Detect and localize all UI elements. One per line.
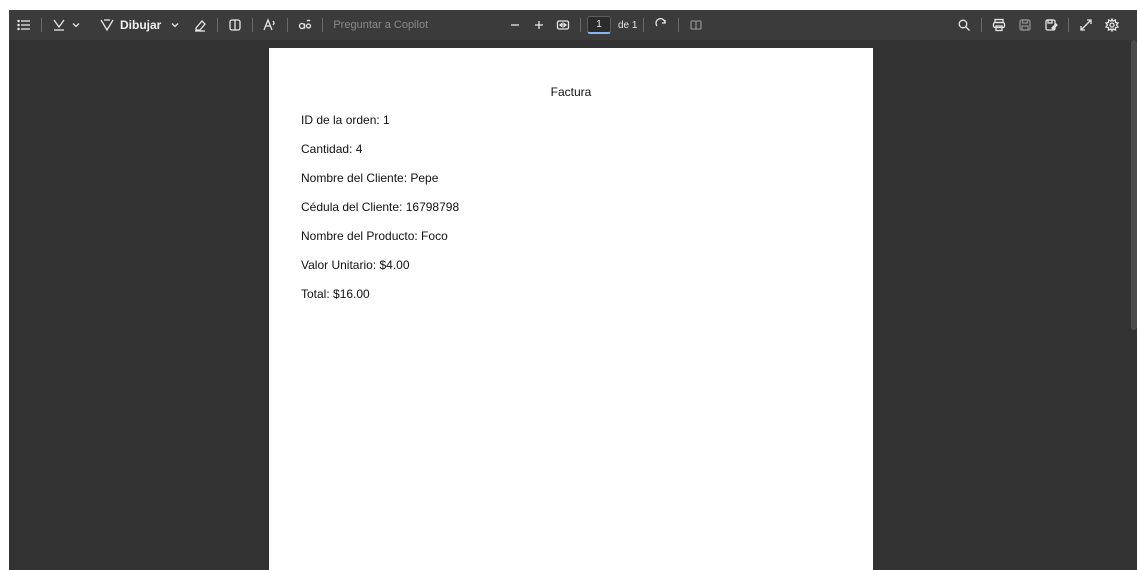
draw-label[interactable]: Dibujar bbox=[120, 18, 161, 32]
ask-copilot-input[interactable]: Preguntar a Copilot bbox=[333, 19, 428, 31]
toolbar-separator bbox=[217, 18, 219, 32]
plus-icon[interactable] bbox=[528, 14, 550, 36]
vertical-scrollbar[interactable] bbox=[1131, 40, 1137, 330]
toolbar-separator bbox=[643, 18, 645, 32]
search-icon[interactable] bbox=[953, 14, 975, 36]
quantity-line: Cantidad: 4 bbox=[301, 142, 363, 156]
toolbar-separator bbox=[580, 18, 581, 32]
customer-name-line: Nombre del Cliente: Pepe bbox=[301, 171, 439, 185]
text-box-icon[interactable] bbox=[224, 14, 246, 36]
save-icon[interactable] bbox=[1014, 14, 1036, 36]
toolbar-separator bbox=[678, 18, 680, 32]
toolbar-separator bbox=[981, 18, 982, 32]
gear-icon[interactable] bbox=[1101, 14, 1123, 36]
product-name-line: Nombre del Producto: Foco bbox=[301, 229, 448, 243]
eraser-icon[interactable] bbox=[189, 14, 211, 36]
pen-icon[interactable] bbox=[96, 14, 118, 36]
unit-price-line: Valor Unitario: $4.00 bbox=[301, 258, 410, 272]
translate-icon[interactable] bbox=[294, 14, 316, 36]
toolbar-separator bbox=[322, 18, 324, 32]
toolbar-separator bbox=[252, 18, 254, 32]
page-number-input[interactable]: 1 bbox=[587, 16, 611, 34]
toolbar-separator bbox=[41, 18, 42, 32]
document-title: Factura bbox=[550, 85, 592, 99]
rotate-icon[interactable] bbox=[650, 14, 672, 36]
pdf-toolbar: Dibujar Preguntar a Copilot 1 de 1 bbox=[9, 10, 1137, 40]
page-count-label: de 1 bbox=[618, 19, 638, 31]
pdf-page: Factura ID de la orden: 1 Cantidad: 4 No… bbox=[269, 48, 873, 570]
highlighter-icon[interactable] bbox=[48, 14, 70, 36]
save-as-icon[interactable] bbox=[1040, 14, 1062, 36]
fit-page-icon[interactable] bbox=[552, 14, 574, 36]
chevron-down-icon[interactable] bbox=[70, 14, 82, 36]
total-line: Total: $16.00 bbox=[301, 287, 370, 301]
page-view-icon[interactable] bbox=[685, 14, 707, 36]
expand-icon[interactable] bbox=[1075, 14, 1097, 36]
minus-icon[interactable] bbox=[504, 14, 526, 36]
customer-id-line: Cédula del Cliente: 16798798 bbox=[301, 200, 460, 214]
order-id-line: ID de la orden: 1 bbox=[301, 113, 390, 127]
pdf-viewer-window: Dibujar Preguntar a Copilot 1 de 1 Factu… bbox=[9, 10, 1137, 570]
chevron-down-icon[interactable] bbox=[169, 14, 181, 36]
print-icon[interactable] bbox=[988, 14, 1010, 36]
toolbar-separator bbox=[1068, 18, 1069, 32]
table-of-contents-icon[interactable] bbox=[13, 14, 35, 36]
toolbar-separator bbox=[287, 18, 289, 32]
read-aloud-icon[interactable] bbox=[259, 14, 281, 36]
